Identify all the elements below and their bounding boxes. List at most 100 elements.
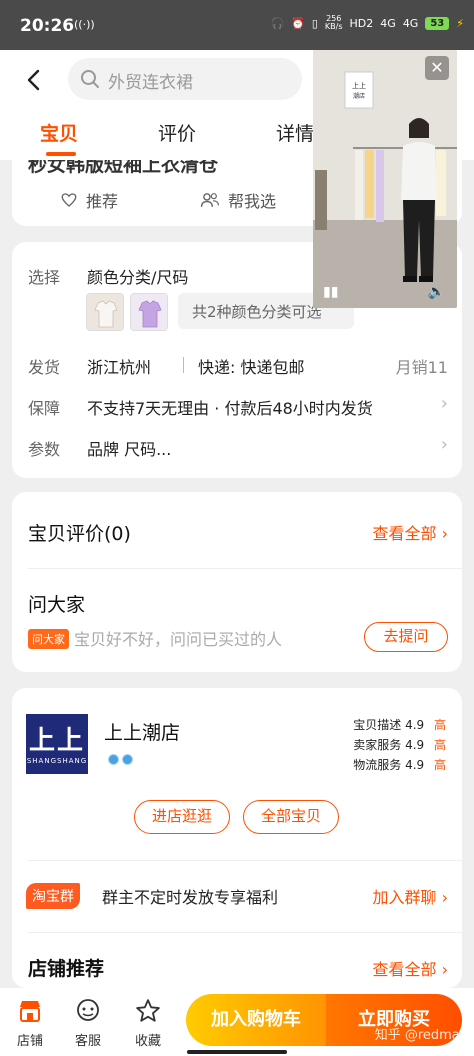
score-value: 4.9 (405, 718, 425, 732)
ask-title: 问大家 (28, 594, 86, 616)
favorite-label: 收藏 (134, 1034, 161, 1049)
see-all-label: 查看全部 (372, 524, 437, 543)
service-label: 客服 (74, 1034, 101, 1049)
see-all-label: 查看全部 (372, 960, 437, 979)
shop-logo-text: 上上 (28, 726, 85, 756)
join-group-label: 加入群聊 (372, 888, 437, 907)
speed-unit: KB/s (324, 22, 343, 31)
reviews-see-all[interactable]: 查看全部 › (373, 520, 449, 544)
visit-shop-button[interactable]: 进店逛逛 (134, 800, 230, 834)
score-level: 高 (433, 738, 446, 752)
ship-from: 浙江杭州 (87, 358, 152, 377)
back-button[interactable] (22, 68, 46, 92)
search-input[interactable]: 外贸连衣裙 (68, 58, 302, 100)
add-to-cart-button[interactable]: 加入购物车 (186, 994, 326, 1046)
group-text: 群主不定时发放专享福利 (102, 888, 279, 907)
volume-icon[interactable]: 🔈 (428, 284, 445, 300)
chevron-right-icon: › (440, 393, 448, 414)
guarantee-label: 保障 (28, 399, 61, 418)
score-level: 高 (433, 718, 446, 732)
ask-placeholder[interactable]: 宝贝好不好，问问已买过的人 (74, 626, 282, 650)
video-frame: 上上 潮店 (313, 50, 457, 308)
medal-icon (108, 754, 119, 765)
shop-name[interactable]: 上上潮店 (104, 718, 180, 745)
score-value: 4.9 (405, 758, 425, 772)
params-label: 参数 (28, 440, 61, 459)
tab-item[interactable]: 宝贝 (40, 119, 78, 146)
bottom-action-bar: 店铺 客服 收藏 加入购物车 立即购买 (0, 988, 474, 1056)
shop-medals (108, 754, 133, 765)
join-group-link[interactable]: 加入群聊 › (373, 884, 449, 908)
ship-label: 发货 (28, 358, 61, 377)
vibrate-icon: ▯ (311, 16, 318, 30)
score-label: 卖家服务 (353, 738, 402, 752)
recommend-button[interactable]: 推荐 (60, 188, 118, 212)
network-speed: 256 KB/s (325, 15, 343, 31)
shop-logo[interactable]: 上上 SHANGSHANG (26, 714, 88, 774)
favorite-button[interactable]: 收藏 (128, 998, 168, 1049)
delivery-info: 快递: 快递包邮 (198, 358, 305, 377)
signal-4g-1: 4G (380, 16, 396, 30)
floating-video-player[interactable]: 上上 潮店 ✕ ▮▮ 🔈 (313, 50, 457, 308)
shop-recommend-title: 店铺推荐 (28, 958, 105, 980)
svg-text:潮店: 潮店 (353, 92, 365, 100)
search-icon (81, 70, 99, 88)
score-value: 4.9 (405, 738, 425, 752)
home-indicator (187, 1050, 287, 1054)
store-icon (20, 1001, 40, 1022)
guarantee-value[interactable]: 不支持7天无理由 · 付款后48小时内发货 (87, 395, 373, 419)
color-thumb-white[interactable] (86, 293, 124, 331)
tab-reviews[interactable]: 评价 (158, 119, 196, 146)
score-description: 宝贝描述 4.9 高 (353, 716, 446, 733)
help-choose-label: 帮我选 (228, 192, 277, 211)
tab-details[interactable]: 详情 (276, 119, 314, 146)
signal-4g-2: 4G (402, 16, 419, 30)
close-video-button[interactable]: ✕ (425, 56, 449, 80)
score-label: 物流服务 (353, 758, 402, 772)
divider (28, 860, 462, 861)
charging-icon: ⚡ (456, 16, 464, 30)
customer-service-button[interactable]: 客服 (68, 998, 108, 1049)
sku-select[interactable]: 颜色分类/尺码 (87, 264, 188, 288)
reviews-title: 宝贝评价(0) (28, 523, 131, 545)
search-placeholder: 外贸连衣裙 (108, 73, 193, 93)
review-card: 宝贝评价(0) 查看全部 › 问大家 问大家 宝贝好不好，问问已买过的人 去提问 (12, 492, 462, 672)
taobao-group-tag: 淘宝群 (26, 883, 80, 909)
divider (28, 568, 462, 569)
score-label: 宝贝描述 (353, 718, 402, 732)
score-level: 高 (433, 758, 446, 772)
ask-question-button[interactable]: 去提问 (364, 622, 448, 652)
status-bar: 20:26 ((·)) 🎧 ⏰ ▯ 256 KB/s HD2 4G 4G 53 … (0, 0, 474, 50)
hd-badge: HD2 (349, 16, 374, 30)
battery-indicator: 53 (425, 16, 450, 30)
product-title: 秒女韩版短袖上衣清仓 (28, 160, 219, 176)
divider (28, 932, 462, 933)
star-icon (136, 999, 160, 1022)
ask-tag: 问大家 (28, 629, 69, 649)
headset-icon: 🎧 (270, 16, 285, 30)
tab-active-indicator (46, 152, 76, 156)
monthly-sales: 月销11 (395, 358, 448, 377)
shop-logo-subtext: SHANGSHANG (26, 757, 88, 765)
svg-text:上上: 上上 (352, 81, 366, 90)
chevron-right-icon: › (440, 434, 448, 455)
status-time: 20:26 (20, 16, 75, 36)
alarm-icon: ⏰ (291, 16, 305, 30)
heart-icon (61, 193, 77, 207)
store-button[interactable]: 店铺 (10, 998, 50, 1049)
medal-icon (122, 754, 133, 765)
chat-icon (77, 999, 99, 1021)
score-logistics: 物流服务 4.9 高 (353, 756, 446, 773)
people-icon (200, 193, 220, 207)
all-items-button[interactable]: 全部宝贝 (243, 800, 339, 834)
params-value[interactable]: 品牌 尺码... (87, 436, 171, 460)
shop-recommend-see-all[interactable]: 查看全部 › (373, 956, 449, 980)
help-choose-button[interactable]: 帮我选 (200, 188, 276, 212)
nfc-icon: ((·)) (74, 18, 95, 31)
audio-wave-icon[interactable]: ▮▮ (323, 284, 338, 300)
recommend-label: 推荐 (86, 192, 119, 211)
score-service: 卖家服务 4.9 高 (353, 736, 446, 753)
divider (183, 357, 184, 373)
color-thumb-purple[interactable] (130, 293, 168, 331)
store-label: 店铺 (16, 1034, 43, 1049)
